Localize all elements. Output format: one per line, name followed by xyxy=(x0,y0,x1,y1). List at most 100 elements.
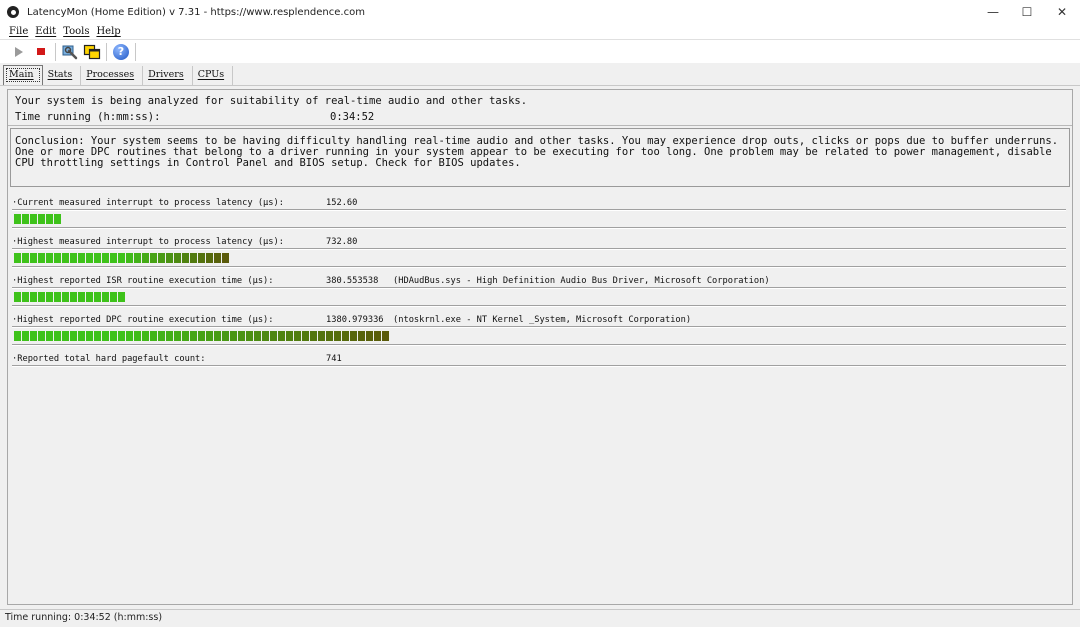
bar-segment xyxy=(102,331,109,341)
windows-button[interactable] xyxy=(81,42,103,62)
bar-segment xyxy=(54,292,61,302)
title-bar: LatencyMon (Home Edition) v 7.31 - https… xyxy=(0,0,1080,24)
bar-segment xyxy=(318,331,325,341)
toolbar-separator xyxy=(106,42,107,61)
bar-segment xyxy=(38,331,45,341)
bar-segment xyxy=(230,331,237,341)
bar-segment xyxy=(238,331,245,341)
bar-segment xyxy=(86,292,93,302)
stop-icon xyxy=(37,48,45,55)
bar-segment xyxy=(214,253,221,263)
bar-segment xyxy=(46,331,53,341)
tab-drivers[interactable]: Drivers xyxy=(143,66,193,85)
bar-segment xyxy=(46,214,53,224)
help-button[interactable]: ? xyxy=(110,42,132,62)
tab-stats[interactable]: Stats xyxy=(43,66,82,85)
bar-segment xyxy=(286,331,293,341)
bar-segment xyxy=(206,253,213,263)
bar-segment xyxy=(134,331,141,341)
menu-help[interactable]: Help xyxy=(96,26,120,37)
bar-segment xyxy=(182,331,189,341)
bar-segment xyxy=(174,253,181,263)
bar-segment xyxy=(310,331,317,341)
bar-segment xyxy=(110,253,117,263)
bar-segment xyxy=(166,331,173,341)
toolbar-separator xyxy=(55,42,56,61)
bar-segment xyxy=(38,253,45,263)
bar-segment xyxy=(86,331,93,341)
bar-segment xyxy=(102,292,109,302)
bar-segment xyxy=(30,331,37,341)
status-bar: Time running: 0:34:52 (h:mm:ss) xyxy=(0,609,1080,627)
bar-segment xyxy=(198,253,205,263)
menu-edit[interactable]: Edit xyxy=(35,26,56,37)
dpc-bar xyxy=(14,331,389,341)
bar-segment xyxy=(94,292,101,302)
toolbar: ? xyxy=(0,39,1080,63)
bar-segment xyxy=(102,253,109,263)
bar-segment xyxy=(38,292,45,302)
bar-segment xyxy=(70,331,77,341)
metric-divider xyxy=(12,305,1066,307)
isr-bar xyxy=(14,292,125,302)
bar-segment xyxy=(198,331,205,341)
start-button[interactable] xyxy=(8,42,30,62)
bar-segment xyxy=(14,214,21,224)
close-button[interactable]: ✕ xyxy=(1044,0,1080,24)
bar-segment xyxy=(70,253,77,263)
tab-main[interactable]: Main xyxy=(3,65,43,85)
bar-segment xyxy=(222,331,229,341)
bar-segment xyxy=(110,331,117,341)
wrench-button[interactable] xyxy=(59,42,81,62)
bar-segment xyxy=(302,331,309,341)
menu-tools[interactable]: Tools xyxy=(63,26,89,37)
time-running-value: 0:34:52 xyxy=(330,111,375,123)
minimize-button[interactable]: — xyxy=(975,0,1011,24)
help-icon: ? xyxy=(113,43,129,60)
menu-file[interactable]: File xyxy=(9,26,28,37)
status-text: Time running: 0:34:52 (h:mm:ss) xyxy=(5,612,163,623)
metric-divider xyxy=(12,227,1066,229)
bar-segment xyxy=(294,331,301,341)
metric-divider xyxy=(12,248,1066,250)
metric-label: ·Current measured interrupt to process l… xyxy=(12,198,284,208)
metric-extra: (HDAudBus.sys - High Definition Audio Bu… xyxy=(393,276,770,286)
bar-segment xyxy=(166,253,173,263)
bar-segment xyxy=(14,253,21,263)
metric-value: 732.80 xyxy=(326,237,358,247)
bar-segment xyxy=(366,331,373,341)
bar-segment xyxy=(86,253,93,263)
analysis-status-panel: Your system is being analyzed for suitab… xyxy=(8,90,1072,126)
bar-segment xyxy=(110,292,117,302)
bar-segment xyxy=(118,292,125,302)
metric-label: ·Reported total hard pagefault count: xyxy=(12,354,206,364)
tab-processes[interactable]: Processes xyxy=(81,66,144,85)
bar-segment xyxy=(190,331,197,341)
metric-extra: (ntoskrnl.exe - NT Kernel _System, Micro… xyxy=(393,315,692,325)
analysis-text: Your system is being analyzed for suitab… xyxy=(15,95,528,107)
bar-segment xyxy=(78,292,85,302)
bar-segment xyxy=(174,331,181,341)
bar-segment xyxy=(54,331,61,341)
bar-segment xyxy=(222,253,229,263)
stop-button[interactable] xyxy=(30,42,52,62)
bar-segment xyxy=(118,253,125,263)
bar-segment xyxy=(70,292,77,302)
metric-divider xyxy=(12,344,1066,346)
main-panel: Your system is being analyzed for suitab… xyxy=(7,89,1073,605)
latency-bar xyxy=(14,253,229,263)
bar-segment xyxy=(246,331,253,341)
bar-segment xyxy=(30,292,37,302)
bar-segment xyxy=(382,331,389,341)
bar-segment xyxy=(142,253,149,263)
bar-segment xyxy=(62,253,69,263)
play-icon xyxy=(15,46,23,57)
tab-cpus[interactable]: CPUs xyxy=(193,66,234,85)
maximize-button[interactable]: ☐ xyxy=(1009,0,1045,24)
bar-segment xyxy=(14,331,21,341)
bar-segment xyxy=(374,331,381,341)
metric-label: ·Highest measured interrupt to process l… xyxy=(12,237,284,247)
bar-segment xyxy=(118,331,125,341)
bar-segment xyxy=(358,331,365,341)
metric-divider xyxy=(12,326,1066,328)
